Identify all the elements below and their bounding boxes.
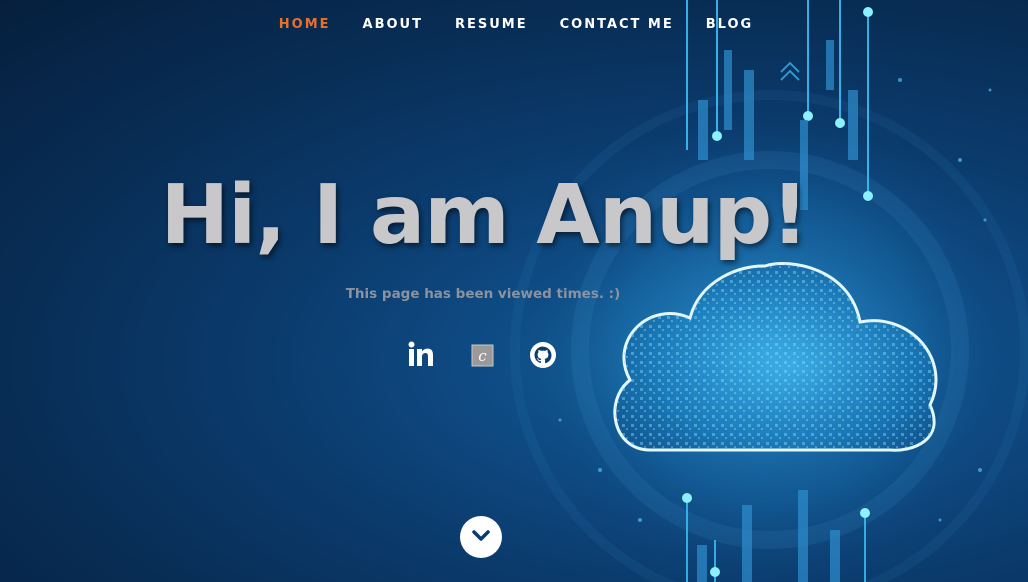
nav-home[interactable]: HOME [279,16,331,34]
linkedin-icon[interactable] [405,340,437,372]
views-suffix: times. :) [556,286,621,302]
chevron-down-icon [471,528,491,547]
nav-resume[interactable]: RESUME [455,16,528,34]
scroll-down-button[interactable] [460,516,502,558]
nav-contact-me[interactable]: CONTACT ME [560,16,674,34]
nav-about[interactable]: ABOUT [363,16,423,34]
hero-section: HOME ABOUT RESUME CONTACT ME BLOG Hi, I … [0,0,1028,582]
credly-glyph: c [478,347,487,365]
github-icon[interactable] [527,340,559,372]
main-nav: HOME ABOUT RESUME CONTACT ME BLOG [0,16,1028,34]
page-view-counter: This page has been viewed times. :) [0,286,966,302]
social-links: c [0,340,1028,372]
nav-blog[interactable]: BLOG [706,16,753,34]
credly-icon[interactable]: c [468,340,500,372]
hero-headline: Hi, I am Anup! [160,168,808,263]
views-prefix: This page has been viewed [345,286,552,302]
